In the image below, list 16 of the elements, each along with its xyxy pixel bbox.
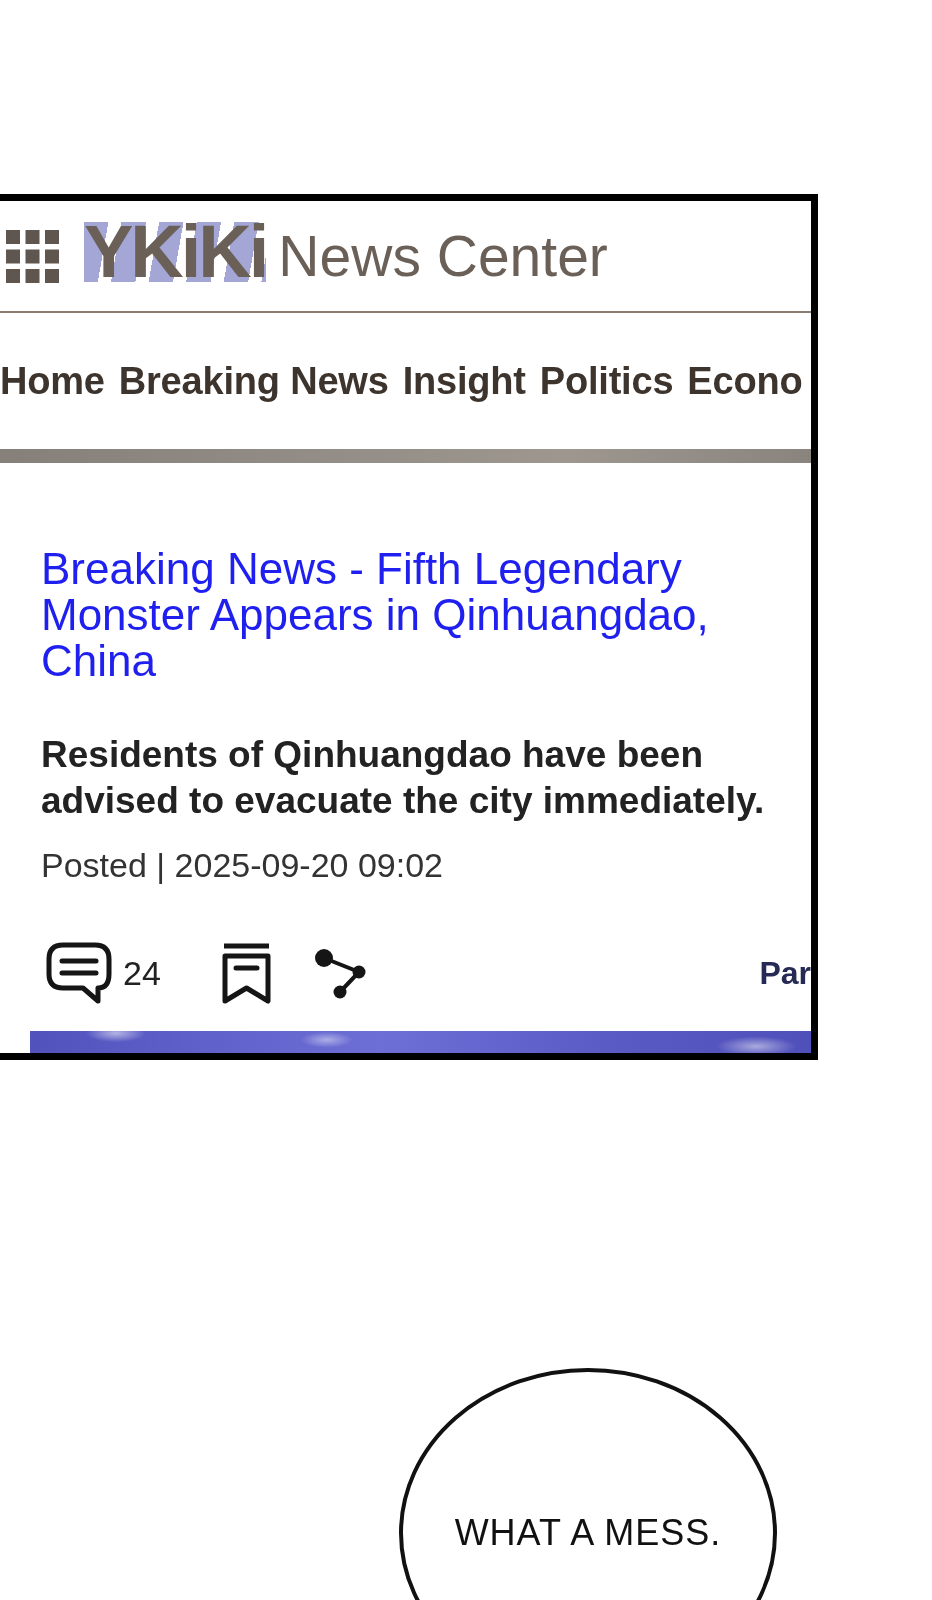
nav-link[interactable]: Politics	[539, 359, 674, 403]
article-summary: Residents of Qinhuangdao have been advised to evacuate the city immediately.	[41, 733, 766, 823]
nav-link[interactable]: Econo	[687, 359, 803, 403]
site-name: News Center	[278, 226, 608, 286]
nav-link[interactable]: Home	[0, 359, 105, 403]
bookmark-icon[interactable]	[220, 942, 272, 1005]
article-link[interactable]: Par	[759, 955, 811, 992]
grid-menu-icon[interactable]	[6, 229, 59, 283]
article-headline[interactable]: Breaking News - Fifth Legendary Monster Appears in Qinhuangdao, China	[41, 546, 781, 684]
speech-bubble-text: WHAT A MESS.	[453, 1513, 723, 1553]
posted-date: Posted | 2025-09-20 09:02	[41, 845, 445, 885]
share-icon[interactable]	[313, 948, 367, 999]
comments-button[interactable]: 24	[46, 942, 161, 1005]
nav-link[interactable]: Insight	[402, 359, 526, 403]
comment-icon	[46, 942, 112, 1005]
nav-link[interactable]: Breaking News	[118, 359, 389, 403]
